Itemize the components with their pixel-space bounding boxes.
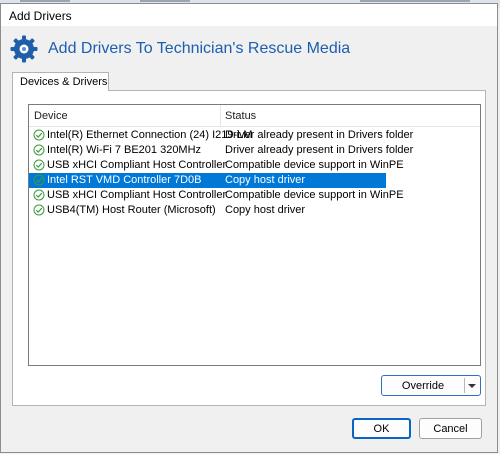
list-item[interactable]: Intel(R) Wi-Fi 7 BE201 320MHz Driver alr… [29,143,480,158]
chevron-down-icon[interactable] [468,384,476,388]
device-name: USB xHCI Compliant Host Controller [47,159,227,171]
column-header-device[interactable]: Device [34,110,68,122]
override-split-button[interactable]: Override [381,375,481,396]
check-circle-icon [33,159,45,171]
check-circle-icon [33,204,45,216]
ok-button[interactable]: OK [352,418,411,439]
column-divider[interactable] [220,105,221,126]
device-status: Driver already present in Drivers folder [225,129,414,141]
check-circle-icon [33,174,45,186]
title-bar: Add Drivers [1,4,497,26]
device-name: Intel(R) Ethernet Connection (24) I219-L… [47,129,253,141]
check-circle-icon [33,129,45,141]
ok-button-label: OK [373,423,390,435]
device-status: Copy host driver [225,174,306,186]
device-status: Compatible device support in WinPE [225,189,404,201]
device-status: Copy host driver [225,204,306,216]
list-item-selected[interactable]: Intel RST VMD Controller 7D0B Copy host … [29,173,480,188]
device-name: Intel(R) Wi-Fi 7 BE201 320MHz [47,144,202,156]
list-item[interactable]: Intel(R) Ethernet Connection (24) I219-L… [29,128,480,143]
device-status: Compatible device support in WinPE [225,159,404,171]
list-item[interactable]: USB xHCI Compliant Host Controller Compa… [29,158,480,173]
add-drivers-dialog: Add Drivers Add Drivers To Technician's … [0,3,498,453]
cancel-button-label: Cancel [433,423,468,435]
tab-label: Devices & Drivers [20,76,108,88]
override-button-label: Override [401,380,445,392]
check-circle-icon [33,144,45,156]
device-name: Intel RST VMD Controller 7D0B [47,174,202,186]
list-item[interactable]: USB4(TM) Host Router (Microsoft) Copy ho… [29,203,480,218]
cancel-button[interactable]: Cancel [419,418,482,439]
device-name: USB xHCI Compliant Host Controller [47,189,227,201]
device-name: USB4(TM) Host Router (Microsoft) [47,204,216,216]
devices-list[interactable]: Device Status Intel(R) Ethernet Connecti… [28,104,481,366]
dialog-header: Add Drivers To Technician's Rescue Media [1,26,497,70]
device-status: Driver already present in Drivers folder [225,144,414,156]
split-divider [464,378,465,393]
check-circle-icon [33,189,45,201]
dialog-heading: Add Drivers To Technician's Rescue Media [48,40,351,57]
list-item[interactable]: USB xHCI Compliant Host Controller Compa… [29,188,480,203]
window-title: Add Drivers [9,9,72,23]
tab-panel: Device Status Intel(R) Ethernet Connecti… [12,90,486,406]
gear-icon [10,35,38,63]
tab-devices-drivers[interactable]: Devices & Drivers [12,72,109,91]
list-header: Device Status [29,105,480,127]
column-header-status[interactable]: Status [225,110,256,122]
